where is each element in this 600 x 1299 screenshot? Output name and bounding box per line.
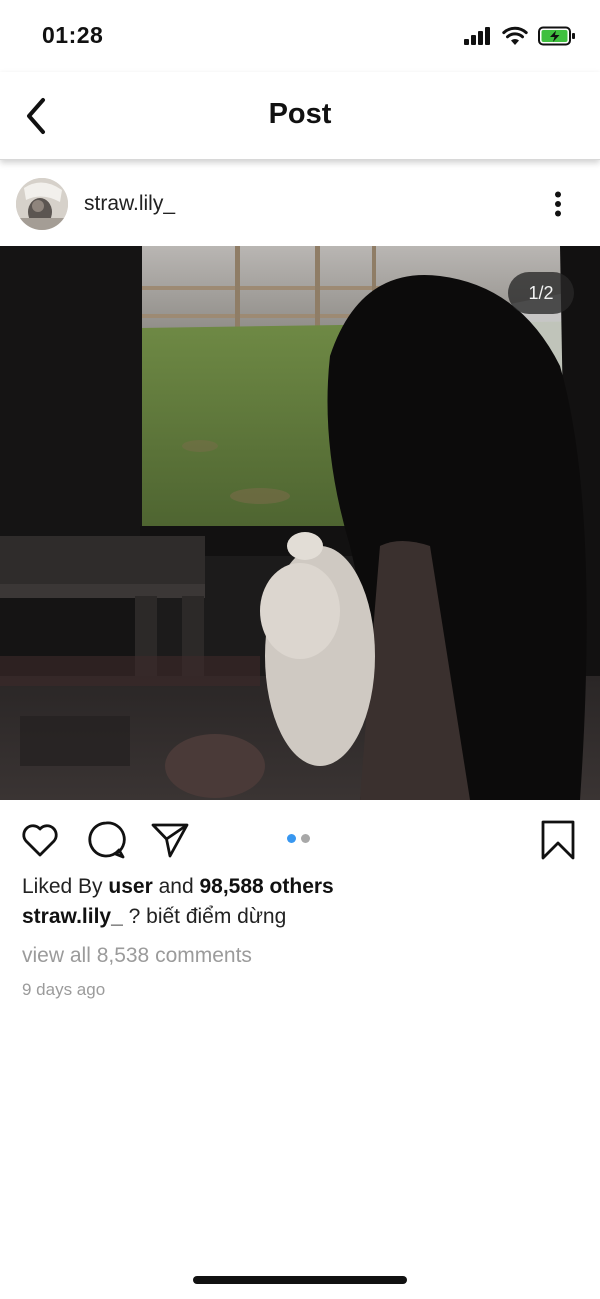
battery-charging-icon [538, 26, 575, 46]
action-bar [0, 810, 600, 866]
comment-bubble-icon [88, 821, 126, 859]
status-icons [464, 26, 576, 46]
home-indicator[interactable] [193, 1276, 407, 1284]
status-bar: 01:28 [0, 0, 600, 72]
caption-username[interactable]: straw.lily_ [22, 905, 123, 928]
like-button[interactable] [18, 818, 62, 862]
send-paper-plane-icon [151, 823, 189, 858]
nav-bar: Post [0, 72, 600, 160]
bookmark-outline-icon [541, 820, 575, 860]
share-button[interactable] [148, 818, 192, 862]
page-indicator-badge: 1/2 [508, 272, 574, 314]
save-button[interactable] [536, 818, 580, 862]
liked-by-user[interactable]: user [108, 875, 152, 898]
carousel-dots [287, 834, 310, 843]
heart-outline-icon [22, 824, 58, 857]
likes-prefix: Liked By [22, 875, 103, 898]
caption-text: ? biết điểm dừng [128, 905, 287, 928]
more-vertical-icon [555, 191, 561, 217]
post-image[interactable]: 1/2 [0, 246, 600, 800]
caption: straw.lily_ ? biết điểm dừng [22, 905, 286, 929]
cellular-signal-icon [464, 27, 490, 45]
avatar[interactable] [16, 178, 68, 230]
view-comments-link[interactable]: view all 8,538 comments [22, 944, 252, 968]
wifi-icon [502, 26, 528, 45]
post-username[interactable]: straw.lily_ [84, 192, 175, 216]
carousel-dot-inactive [301, 834, 310, 843]
carousel-dot-active [287, 834, 296, 843]
likes-and: and [158, 875, 194, 898]
page-title: Post [268, 98, 332, 130]
post-timestamp: 9 days ago [22, 980, 106, 999]
more-options-button[interactable] [538, 184, 578, 224]
comment-button[interactable] [84, 818, 128, 862]
status-time: 01:28 [42, 22, 104, 48]
post-header: straw.lily_ [0, 172, 600, 236]
post-photo [0, 246, 600, 800]
likes-text: Liked By user and 98,588 others [22, 875, 334, 899]
likes-others[interactable]: 98,588 others [199, 875, 333, 898]
